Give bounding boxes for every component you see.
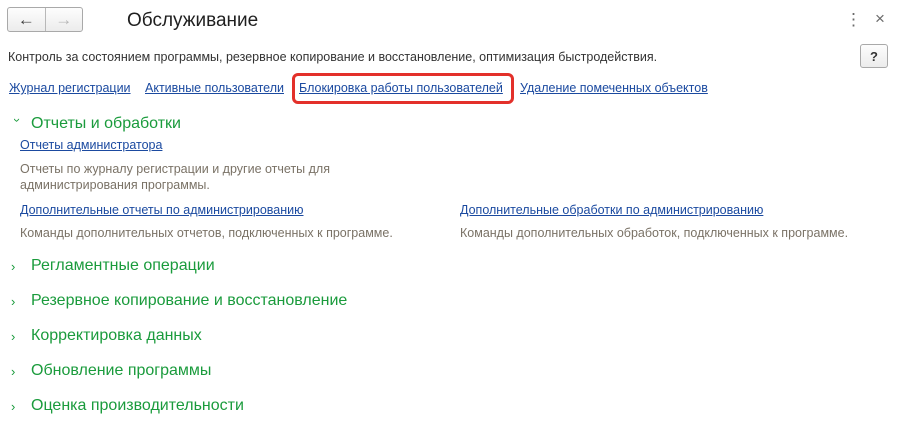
active-users-link[interactable]: Активные пользователи	[145, 81, 284, 95]
chevron-right-icon: ›	[11, 398, 16, 414]
back-arrow-icon[interactable]: ←	[8, 8, 45, 31]
delete-marked-objects-link[interactable]: Удаление помеченных объектов	[520, 81, 708, 95]
highlight-frame	[292, 73, 514, 104]
group-backup-restore[interactable]: › Резервное копирование и восстановление	[11, 292, 347, 310]
admin-reports-description: Отчеты по журналу регистрации и другие о…	[20, 162, 330, 192]
chevron-right-icon: ›	[11, 258, 16, 274]
forward-arrow-icon[interactable]: →	[44, 8, 83, 31]
group-reports-title: Отчеты и обработки	[31, 115, 181, 132]
navigation-buttons: ← →	[7, 7, 83, 32]
page-description: Контроль за состоянием программы, резерв…	[8, 50, 658, 64]
group-reports-header[interactable]: › Отчеты и обработки	[10, 115, 181, 133]
event-log-link[interactable]: Журнал регистрации	[9, 81, 131, 95]
group-performance-evaluation[interactable]: › Оценка производительности	[11, 397, 244, 415]
extra-reports-link[interactable]: Дополнительные отчеты по администрирован…	[20, 203, 303, 217]
page-title: Обслуживание	[127, 10, 259, 31]
admin-reports-link[interactable]: Отчеты администратора	[20, 138, 162, 152]
extra-processing-description: Команды дополнительных обработок, подклю…	[460, 226, 849, 240]
group-routine-operations[interactable]: › Регламентные операции	[11, 257, 215, 275]
help-button[interactable]: ?	[860, 44, 888, 68]
chevron-right-icon: ›	[11, 293, 16, 309]
close-icon[interactable]: ×	[875, 9, 885, 29]
group-title: Обновление программы	[31, 362, 212, 379]
extra-processing-link[interactable]: Дополнительные обработки по администриро…	[460, 203, 763, 217]
group-title: Резервное копирование и восстановление	[31, 292, 348, 309]
chevron-right-icon: ›	[11, 363, 16, 379]
more-menu-icon[interactable]: ⋮	[845, 10, 862, 30]
extra-reports-description: Команды дополнительных отчетов, подключе…	[20, 226, 393, 240]
group-title: Оценка производительности	[31, 397, 244, 414]
group-program-update[interactable]: › Обновление программы	[11, 362, 211, 380]
chevron-right-icon: ›	[11, 328, 16, 344]
group-title: Корректировка данных	[31, 327, 202, 344]
group-title: Регламентные операции	[31, 257, 215, 274]
group-data-correction[interactable]: › Корректировка данных	[11, 327, 202, 345]
chevron-down-icon: ›	[10, 117, 25, 122]
